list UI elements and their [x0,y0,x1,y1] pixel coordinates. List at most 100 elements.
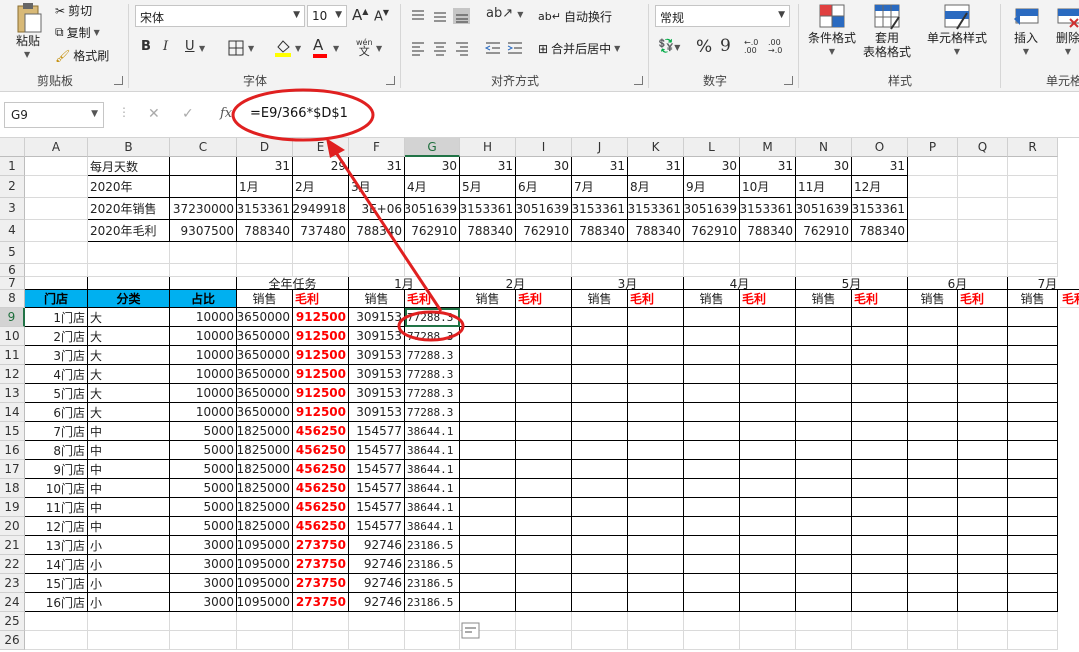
cell[interactable] [958,593,1008,612]
cell[interactable] [1008,264,1058,277]
cancel-icon[interactable]: ✕ [148,106,160,122]
bold-button[interactable]: B [141,39,151,54]
percent-button[interactable]: % [696,37,712,57]
fill-dropdown-icon[interactable]: ▼ [295,44,301,53]
month-cell[interactable]: 10月 [740,176,796,198]
jan-profit-cell[interactable]: 77288.3 [405,384,460,403]
cell[interactable] [88,631,170,650]
cell[interactable] [684,593,740,612]
monthly-sales-cell[interactable]: 3051639 [796,198,852,220]
annual-profit-cell[interactable]: 456250 [293,498,349,517]
monthly-profit-cell[interactable]: 762910 [684,220,740,242]
cell[interactable] [572,242,628,264]
orientation-icon[interactable]: ab↗ ▼ [486,6,523,21]
jan-sales-cell[interactable]: 154577 [349,441,405,460]
category-cell[interactable]: 大 [88,308,170,327]
cell[interactable] [25,176,88,198]
cell[interactable] [1008,536,1058,555]
jan-profit-cell[interactable]: 23186.5 [405,593,460,612]
cell[interactable] [572,555,628,574]
ratio-cell[interactable]: 3000 [170,574,237,593]
category-cell[interactable]: 中 [88,479,170,498]
cell[interactable] [88,277,170,290]
annual-sales-cell[interactable]: 1095000 [237,555,293,574]
row-header-19[interactable]: 19 [0,498,25,517]
cell[interactable] [958,403,1008,422]
cell[interactable] [908,593,958,612]
month-cell[interactable]: 9月 [684,176,740,198]
cell[interactable] [796,479,852,498]
store-cell[interactable]: 13门店 [25,536,88,555]
monthly-sales-cell[interactable]: 3051639 [405,198,460,220]
cell[interactable] [908,555,958,574]
cell[interactable] [1008,327,1058,346]
cell[interactable] [572,365,628,384]
cell[interactable] [958,365,1008,384]
cell[interactable] [1008,555,1058,574]
column-header-q[interactable]: Q [958,138,1008,157]
cell[interactable] [684,517,740,536]
monthly-profit-cell[interactable]: 788340 [349,220,405,242]
column-header-d[interactable]: D [237,138,293,157]
cell[interactable] [684,242,740,264]
cell[interactable] [349,612,405,631]
cell[interactable] [740,346,796,365]
row-header-24[interactable]: 24 [0,593,25,612]
cell[interactable] [460,517,516,536]
cell[interactable] [958,346,1008,365]
cell[interactable] [460,441,516,460]
row-header-9[interactable]: 9 [0,308,25,327]
cell[interactable] [460,479,516,498]
row-header-13[interactable]: 13 [0,384,25,403]
borders-dropdown-icon[interactable]: ▼ [248,44,254,53]
column-header-n[interactable]: N [796,138,852,157]
store-cell[interactable]: 3门店 [25,346,88,365]
profit-header[interactable]: 毛利 [958,290,1008,308]
cell[interactable] [796,308,852,327]
annual-sales-cell[interactable]: 3650000 [237,384,293,403]
monthly-profit-cell[interactable]: 788340 [628,220,684,242]
monthly-sales-cell[interactable]: 3051639 [516,198,572,220]
cell[interactable] [684,498,740,517]
cell[interactable] [796,242,852,264]
month-cell[interactable]: 1月 [237,176,293,198]
jan-profit-cell[interactable]: 23186.5 [405,536,460,555]
row-header-17[interactable]: 17 [0,460,25,479]
cell[interactable] [740,308,796,327]
cell[interactable] [796,498,852,517]
ratio-cell[interactable]: 5000 [170,422,237,441]
cell[interactable] [460,498,516,517]
cell[interactable] [908,242,958,264]
cell[interactable] [460,422,516,441]
cell[interactable] [852,631,908,650]
cell[interactable] [852,574,908,593]
jan-sales-cell[interactable]: 154577 [349,517,405,536]
cell[interactable] [572,422,628,441]
store-cell[interactable]: 14门店 [25,555,88,574]
cell[interactable] [958,631,1008,650]
row-header-26[interactable]: 26 [0,631,25,650]
cell[interactable] [958,242,1008,264]
monthly-profit-cell[interactable]: 788340 [852,220,908,242]
jan-profit-cell[interactable]: 38644.1 [405,441,460,460]
jan-sales-cell[interactable]: 309153 [349,403,405,422]
annual-sales-cell[interactable]: 1825000 [237,498,293,517]
days-cell[interactable]: 30 [405,157,460,176]
annual-sales-cell[interactable]: 3650000 [237,327,293,346]
cell[interactable] [958,220,1008,242]
days-cell[interactable]: 31 [460,157,516,176]
store-cell[interactable]: 1门店 [25,308,88,327]
number-format-combo[interactable]: 常规 ▼ [655,5,790,27]
indent-icons[interactable] [484,40,524,56]
cell[interactable] [628,631,684,650]
cell[interactable] [958,574,1008,593]
monthly-sales-cell[interactable]: 3153361 [572,198,628,220]
grow-font-button[interactable]: A▲ [352,6,368,24]
days-cell[interactable]: 31 [572,157,628,176]
cell[interactable] [628,536,684,555]
cell[interactable] [958,327,1008,346]
shrink-font-button[interactable]: A▼ [374,8,389,24]
wrap-text-button[interactable]: ab↵ 自动换行 [538,8,612,25]
cell[interactable] [908,498,958,517]
cell[interactable] [740,441,796,460]
